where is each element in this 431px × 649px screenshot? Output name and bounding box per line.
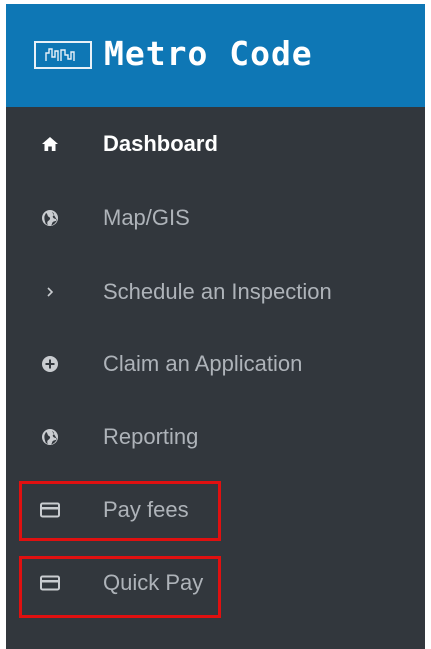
- nav-label-claim-application: Claim an Application: [103, 351, 303, 376]
- nav-label-quick-pay: Quick Pay: [103, 570, 204, 595]
- app-title: Metro Code: [104, 34, 313, 73]
- app-header: Metro Code: [6, 4, 425, 107]
- nav-item-dashboard[interactable]: Dashboard: [6, 114, 425, 174]
- plus-circle-icon: [40, 354, 60, 374]
- globe-icon: [40, 208, 60, 228]
- nav-item-schedule-inspection[interactable]: Schedule an Inspection: [6, 262, 425, 322]
- nav-label-reporting: Reporting: [103, 424, 199, 449]
- nav-item-claim-application[interactable]: Claim an Application: [6, 334, 425, 394]
- nav-item-quick-pay[interactable]: Quick Pay: [6, 553, 425, 613]
- nav-label-schedule-inspection: Schedule an Inspection: [103, 279, 332, 304]
- credit-card-icon: [40, 573, 60, 593]
- nav-label-dashboard: Dashboard: [103, 131, 218, 156]
- home-icon: [40, 134, 60, 154]
- credit-card-icon: [40, 500, 60, 520]
- nav-item-pay-fees[interactable]: Pay fees: [6, 480, 425, 540]
- globe-icon: [40, 427, 60, 447]
- nav-label-pay-fees: Pay fees: [103, 497, 189, 522]
- nav-label-map-gis: Map/GIS: [103, 205, 190, 230]
- sidebar: Metro Code Dashboard Map/GIS Schedule an: [6, 4, 425, 649]
- nav-item-map-gis[interactable]: Map/GIS: [6, 188, 425, 248]
- skyline-logo-icon: [34, 41, 92, 69]
- chevron-right-icon: [40, 282, 60, 302]
- nav-item-reporting[interactable]: Reporting: [6, 407, 425, 467]
